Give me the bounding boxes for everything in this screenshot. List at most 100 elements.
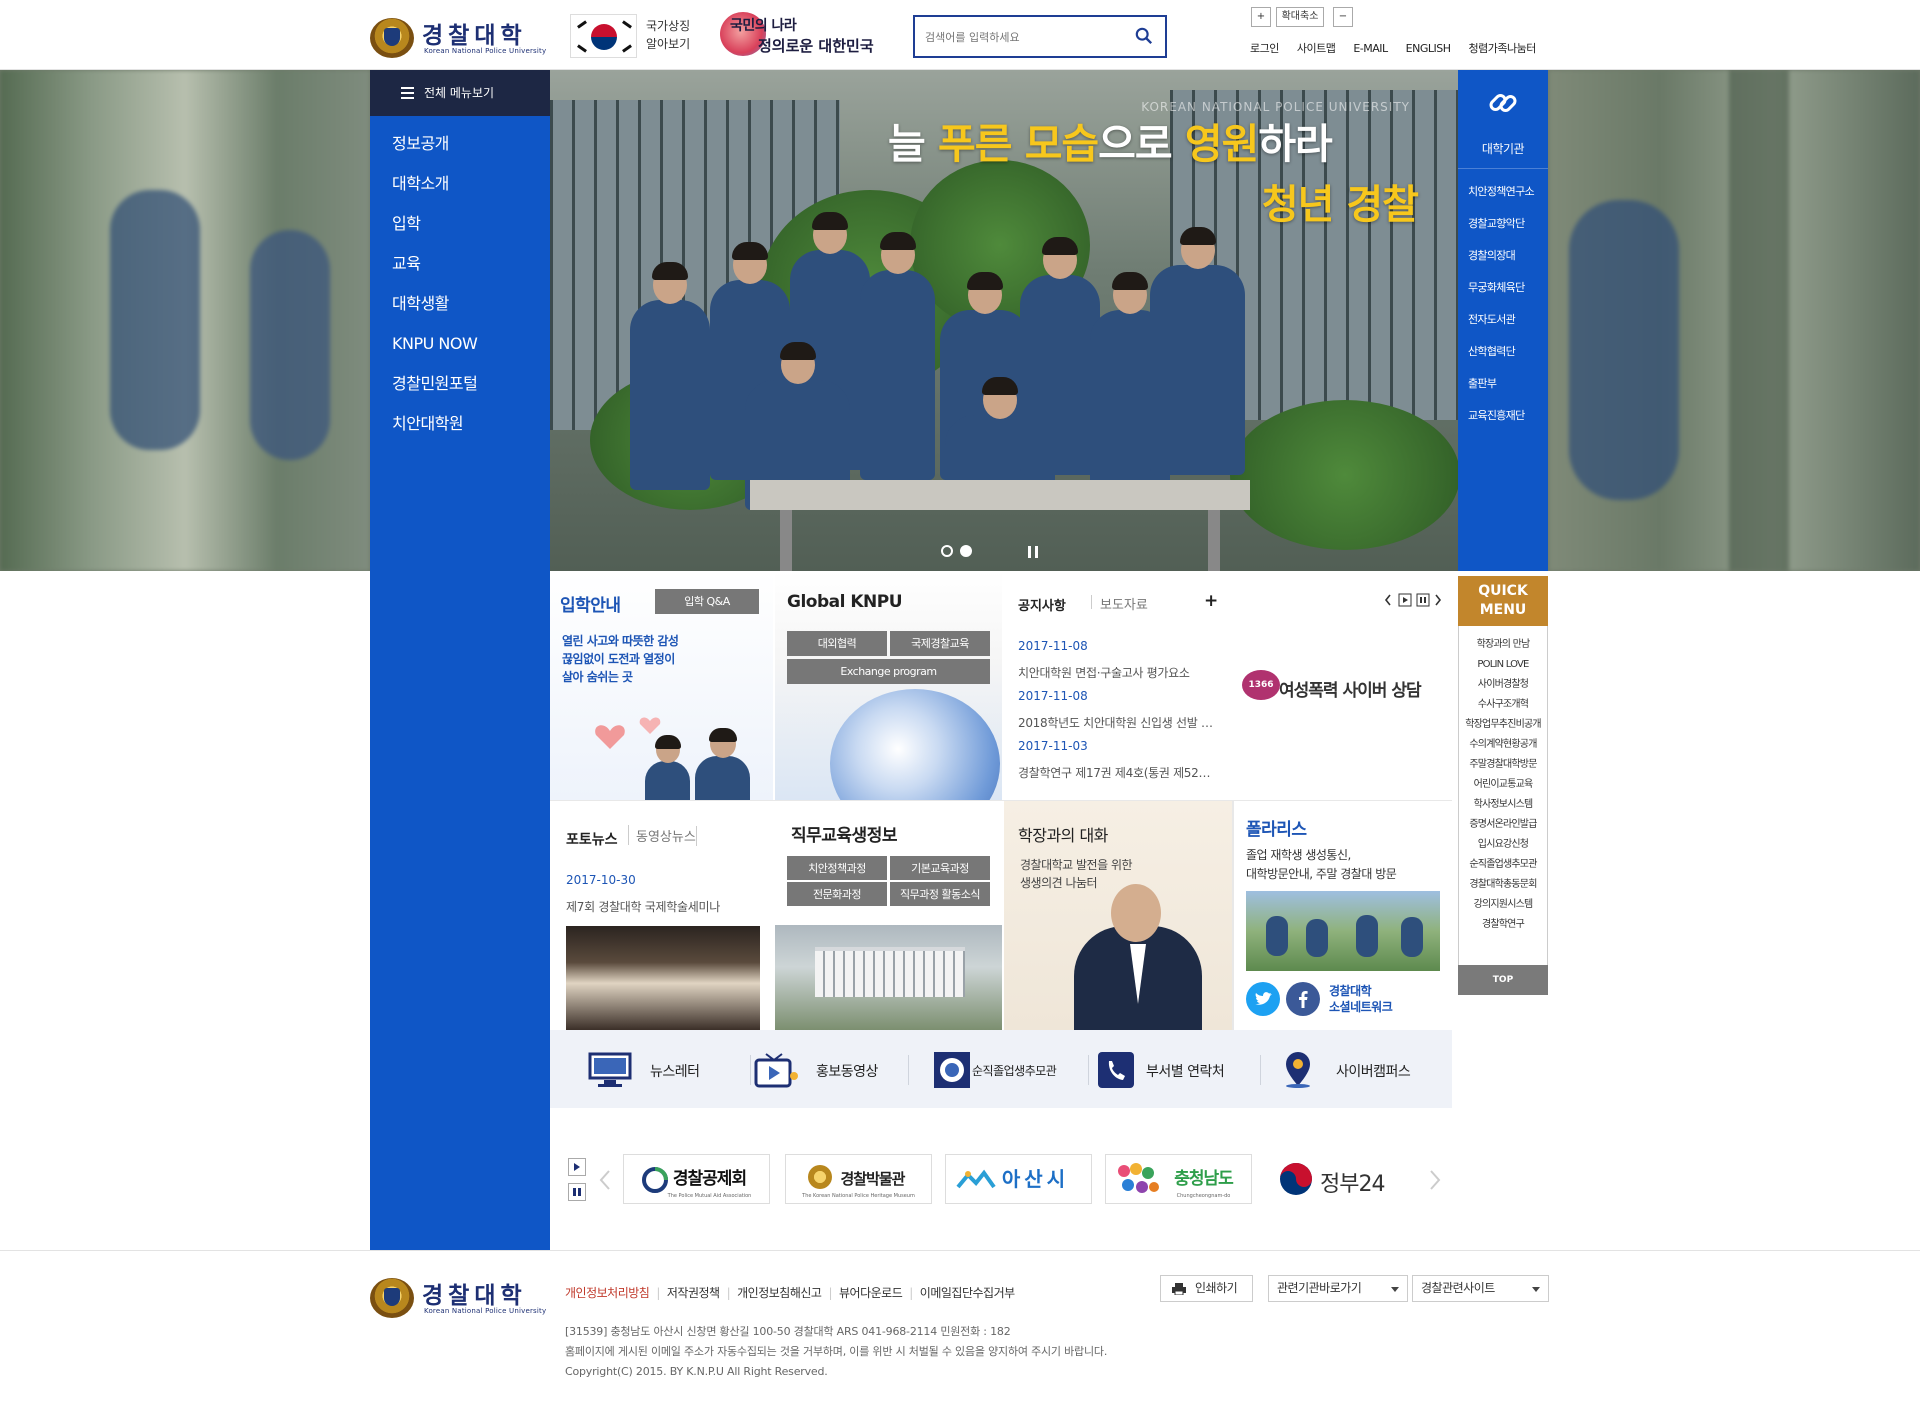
nav-item-campus-life[interactable]: 대학생활 [392, 284, 477, 324]
quick-menu-item[interactable]: 주말경찰대학방문 [1459, 755, 1547, 775]
notice-item-title[interactable]: 치안대학원 면접·구술고사 평가요소 [1018, 664, 1190, 681]
cyber-counseling-banner[interactable]: 여성폭력 사이버 상담 [1279, 676, 1422, 701]
national-flag-icon[interactable] [570, 14, 637, 58]
exchange-program-button[interactable]: Exchange program [787, 659, 990, 684]
institution-item[interactable]: 경찰교향악단 [1468, 208, 1534, 240]
banner-gov24[interactable]: 정부24 [1265, 1154, 1412, 1204]
memorial-hall-shortcut[interactable]: 순직졸업생추모관 [930, 1052, 1080, 1088]
chevron-right-icon[interactable] [1428, 1168, 1442, 1192]
privacy-report-link[interactable]: 개인정보침해신고 [737, 1286, 822, 1300]
quick-menu-item[interactable]: 경찰학연구 [1459, 915, 1547, 935]
integrity-family-link[interactable]: 청렴가족나눔터 [1469, 42, 1537, 55]
banner-play-button[interactable] [568, 1158, 586, 1176]
quick-menu-item[interactable]: 수사구조개혁 [1459, 695, 1547, 715]
admission-title[interactable]: 입학안내 [560, 591, 621, 616]
quick-menu-item[interactable]: POLIN LOVE [1459, 655, 1547, 675]
nav-item-knpu-now[interactable]: KNPU NOW [392, 324, 478, 364]
police-emblem-logo[interactable] [370, 18, 414, 58]
back-to-top-button[interactable]: TOP [1458, 965, 1548, 995]
facebook-icon[interactable] [1286, 982, 1320, 1016]
nav-item-about[interactable]: 대학소개 [392, 164, 477, 204]
quick-menu-item[interactable]: 입시요강신청 [1459, 835, 1547, 855]
photo-news-title[interactable]: 제7회 경찰대학 국제학술세미나 [566, 898, 720, 915]
basic-education-course-button[interactable]: 기본교육과정 [890, 856, 990, 880]
social-network-link[interactable]: 경찰대학 소셜네트워크 [1329, 983, 1393, 1015]
search-icon[interactable] [1135, 27, 1153, 45]
zoom-in-button[interactable]: + [1251, 7, 1271, 27]
president-dialogue-title[interactable]: 학장과의 대화 [1018, 822, 1108, 846]
all-menu-button[interactable]: 전체 메뉴보기 [370, 70, 550, 116]
government-slogan-banner[interactable]: 국민의 나라 정의로운 대한민국 [716, 8, 874, 58]
nav-item-info-disclosure[interactable]: 정보공개 [392, 124, 477, 164]
copyright-policy-link[interactable]: 저작권정책 [667, 1286, 720, 1300]
nav-item-education[interactable]: 교육 [392, 244, 477, 284]
quick-menu-item[interactable]: 학사정보시스템 [1459, 795, 1547, 815]
email-refusal-link[interactable]: 이메일집단수집거부 [920, 1286, 1015, 1300]
institution-item[interactable]: 경찰의장대 [1468, 240, 1534, 272]
institution-item[interactable]: 무궁화체육단 [1468, 272, 1534, 304]
specialization-course-button[interactable]: 전문화과정 [787, 882, 887, 906]
email-link[interactable]: E-MAIL [1353, 42, 1388, 55]
institution-item[interactable]: 산학협력단 [1468, 336, 1534, 368]
chevron-left-icon[interactable] [598, 1168, 612, 1192]
quick-menu-item[interactable]: 순직졸업생추모관 [1459, 855, 1547, 875]
press-release-tab[interactable]: 보도자료 [1100, 594, 1148, 613]
search-input[interactable] [925, 26, 1125, 48]
institution-item[interactable]: 치안정책연구소 [1468, 176, 1535, 208]
newsletter-shortcut[interactable]: 뉴스레터 [588, 1052, 728, 1087]
quick-menu-item[interactable]: 학장업무추진비공개 [1459, 715, 1547, 735]
related-agency-select[interactable]: 관련기관바로가기 [1268, 1275, 1408, 1302]
login-link[interactable]: 로그인 [1250, 42, 1279, 55]
security-policy-course-button[interactable]: 치안정책과정 [787, 856, 887, 880]
institution-item[interactable]: 전자도서관 [1468, 304, 1534, 336]
police-site-select[interactable]: 경찰관련사이트 [1412, 1275, 1549, 1302]
slide-dot-1[interactable] [941, 545, 953, 557]
slide-dot-2[interactable] [960, 545, 972, 557]
quick-menu-item[interactable]: 어린이교통교육 [1459, 775, 1547, 795]
nav-item-police-portal[interactable]: 경찰민원포털 [392, 364, 478, 404]
site-logo-title[interactable]: 경찰대학 [422, 16, 527, 50]
seminar-photo[interactable] [566, 926, 760, 1030]
institution-item[interactable]: 교육진흥재단 [1468, 400, 1534, 432]
institution-item[interactable]: 출판부 [1468, 368, 1534, 400]
cyber-campus-shortcut[interactable]: 사이버캠퍼스 [1276, 1052, 1436, 1088]
slide-pause-icon[interactable] [1028, 546, 1038, 558]
viewer-download-link[interactable]: 뷰어다운로드 [839, 1286, 903, 1300]
twitter-icon[interactable] [1246, 982, 1280, 1016]
department-contacts-shortcut[interactable]: 부서별 연락처 [1096, 1052, 1246, 1088]
promo-video-shortcut[interactable]: 홍보동영상 [754, 1052, 904, 1088]
banner-pause-button[interactable] [568, 1183, 586, 1201]
polaris-title[interactable]: 폴라리스 [1246, 815, 1307, 840]
sitemap-link[interactable]: 사이트맵 [1297, 42, 1336, 55]
photo-news-tab[interactable]: 포토뉴스 [566, 829, 618, 849]
admission-qa-button[interactable]: 입학 Q&A [655, 589, 759, 614]
privacy-policy-link[interactable]: 개인정보처리방침 [565, 1286, 650, 1300]
banner-chungcheongnam-do[interactable]: 충청남도 Chungcheongnam-do [1105, 1154, 1252, 1204]
notice-more-button[interactable]: + [1204, 591, 1218, 611]
national-symbol-link[interactable]: 국가상징 알아보기 [646, 17, 690, 53]
nav-item-graduate-school[interactable]: 치안대학원 [392, 404, 477, 444]
print-button[interactable]: 인쇄하기 [1160, 1275, 1253, 1302]
notice-item-title[interactable]: 경찰학연구 제17권 제4호(통권 제52… [1018, 764, 1210, 781]
nav-item-admission[interactable]: 입학 [392, 204, 477, 244]
quick-menu-item[interactable]: 수의계약현황공개 [1459, 735, 1547, 755]
quick-menu-item[interactable]: 증명서온라인발급 [1459, 815, 1547, 835]
banner-asan-city[interactable]: 아산시 [945, 1154, 1092, 1204]
job-training-title[interactable]: 직무교육생정보 [791, 821, 897, 846]
job-course-activity-button[interactable]: 직무과정 활동소식 [890, 882, 990, 906]
banner-police-mutual-aid[interactable]: 경찰공제회 The Police Mutual Aid Association [623, 1154, 770, 1204]
hero-slide[interactable]: KOREAN NATIONAL POLICE UNIVERSITY 늘 푸른 모… [550, 70, 1458, 571]
global-knpu-title[interactable]: Global KNPU [787, 592, 903, 612]
quick-menu-item[interactable]: 학장과의 만남 [1459, 635, 1547, 655]
video-news-tab[interactable]: 동영상뉴스 [636, 826, 696, 845]
international-police-education-button[interactable]: 국제경찰교육 [890, 631, 990, 656]
polaris-photo[interactable] [1246, 891, 1440, 971]
notice-item-title[interactable]: 2018학년도 치안대학원 신입생 선발 … [1018, 714, 1213, 731]
banner-police-museum[interactable]: 경찰박물관 The Korean National Police Heritag… [785, 1154, 932, 1204]
notice-tab[interactable]: 공지사항 [1018, 595, 1066, 614]
english-link[interactable]: ENGLISH [1406, 42, 1451, 55]
zoom-out-button[interactable]: − [1333, 7, 1353, 27]
quick-menu-item[interactable]: 강의지원시스템 [1459, 895, 1547, 915]
quick-menu-item[interactable]: 경찰대학총동문회 [1459, 875, 1547, 895]
quick-menu-item[interactable]: 사이버경찰청 [1459, 675, 1547, 695]
